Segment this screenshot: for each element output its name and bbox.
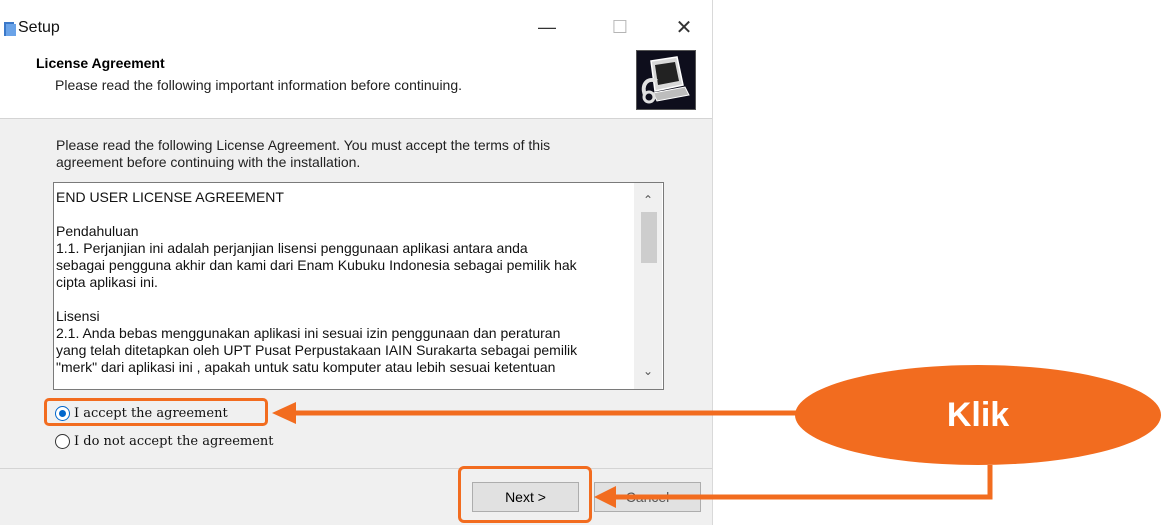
vertical-scrollbar[interactable]: ⌃ ⌄ [634, 183, 662, 389]
radio-unselected-icon[interactable] [55, 433, 70, 449]
license-line: yang telah ditetapkan oleh UPT Pusat Per… [56, 342, 578, 358]
license-line: 2.1. Anda bebas menggunakan aplikasi ini… [56, 325, 561, 341]
minimize-button[interactable]: — [525, 12, 569, 42]
scrollbar-thumb[interactable] [641, 212, 657, 263]
license-heading: END USER LICENSE AGREEMENT [56, 189, 284, 205]
decline-agreement-radio[interactable]: I do not accept the agreement [55, 431, 274, 451]
title-bar: Setup — ☐ ✕ [0, 0, 712, 44]
setup-window: Setup — ☐ ✕ License Agreement Please rea… [0, 0, 713, 525]
decline-agreement-label[interactable]: I do not accept the agreement [74, 434, 274, 449]
section-title: Pendahuluan [56, 223, 139, 239]
license-content: END USER LICENSE AGREEMENT Pendahuluan 1… [56, 189, 626, 376]
window-title: Setup [18, 19, 60, 36]
license-text-box[interactable]: END USER LICENSE AGREEMENT Pendahuluan 1… [53, 182, 664, 390]
license-line: cipta aplikasi ini. [56, 274, 158, 290]
instruction-line: Please read the following License Agreem… [56, 137, 551, 153]
computer-install-icon [636, 50, 696, 110]
setup-app-icon [4, 22, 16, 36]
wizard-header: License Agreement Please read the follow… [0, 43, 712, 119]
license-line: 1.1. Perjanjian ini adalah perjanjian li… [56, 240, 528, 256]
close-button[interactable]: ✕ [662, 12, 706, 42]
license-line: sebagai pengguna akhir dan kami dari Ena… [56, 257, 577, 273]
cancel-button[interactable]: Cancel [594, 482, 701, 512]
maximize-button[interactable]: ☐ [598, 12, 642, 42]
page-subtitle: Please read the following important info… [55, 77, 463, 93]
license-line: "merk" dari aplikasi ini , apakah untuk … [56, 359, 556, 375]
instruction-text: Please read the following License Agreem… [56, 137, 646, 171]
instruction-line: agreement before continuing with the ins… [56, 154, 361, 170]
accept-highlight-box [44, 398, 268, 426]
scroll-down-icon[interactable]: ⌄ [634, 360, 662, 382]
scroll-up-icon[interactable]: ⌃ [634, 189, 662, 211]
next-highlight-box [458, 466, 592, 523]
klik-callout-label: Klik [946, 395, 1010, 434]
section-title: Lisensi [56, 308, 100, 324]
footer-divider [0, 468, 712, 469]
klik-callout: Klik [795, 365, 1161, 465]
page-title: License Agreement [36, 55, 165, 71]
